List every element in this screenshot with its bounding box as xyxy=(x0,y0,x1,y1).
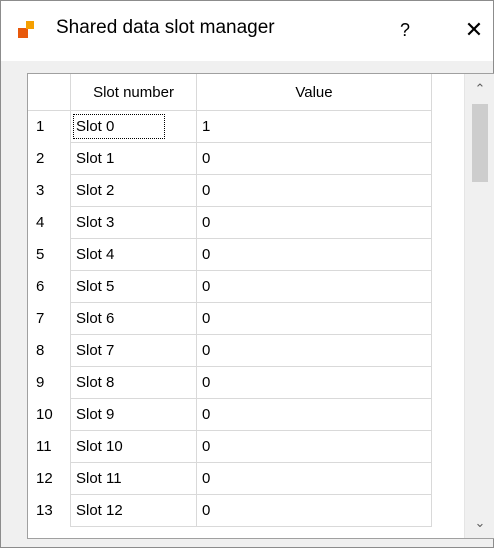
row-header[interactable]: 13 xyxy=(28,494,71,527)
slot-value-cell[interactable]: 0 xyxy=(196,142,432,175)
scroll-thumb[interactable] xyxy=(472,104,488,182)
slot-name-text: Slot 2 xyxy=(76,182,115,199)
row-header[interactable]: 1 xyxy=(28,110,71,143)
row-header[interactable]: 5 xyxy=(28,238,71,271)
row-header[interactable]: 9 xyxy=(28,366,71,399)
row-header[interactable]: 12 xyxy=(28,462,71,495)
slot-value-cell[interactable]: 0 xyxy=(196,302,432,335)
row-header[interactable]: 3 xyxy=(28,174,71,207)
slot-name-cell[interactable]: Slot 10 xyxy=(70,430,197,463)
table-row[interactable]: 4 Slot 3 0 xyxy=(28,206,482,239)
dialog-window: Shared data slot manager ? ✕ Slot number… xyxy=(0,0,494,548)
vertical-scrollbar[interactable]: ⌃ ⌄ xyxy=(464,74,494,538)
slot-value-cell[interactable]: 0 xyxy=(196,270,432,303)
slot-value-cell[interactable]: 0 xyxy=(196,174,432,207)
table-row[interactable]: 11 Slot 10 0 xyxy=(28,430,482,463)
slot-name-cell[interactable]: Slot 2 xyxy=(70,174,197,207)
row-header[interactable]: 10 xyxy=(28,398,71,431)
slot-number-header[interactable]: Slot number xyxy=(70,74,197,111)
slot-name-cell[interactable]: Slot 7 xyxy=(70,334,197,367)
title-bar[interactable]: Shared data slot manager ? ✕ xyxy=(1,1,493,61)
table-row[interactable]: 8 Slot 7 0 xyxy=(28,334,482,367)
row-header[interactable]: 7 xyxy=(28,302,71,335)
slot-name-text: Slot 5 xyxy=(76,278,115,295)
corner-header[interactable] xyxy=(28,74,71,111)
slot-value-cell[interactable]: 0 xyxy=(196,398,432,431)
window-title: Shared data slot manager xyxy=(56,17,275,38)
app-icon xyxy=(18,21,36,39)
scroll-up-arrow-icon[interactable]: ⌃ xyxy=(465,74,494,104)
table-row[interactable]: 3 Slot 2 0 xyxy=(28,174,482,207)
slot-value-cell[interactable]: 0 xyxy=(196,238,432,271)
slot-name-cell[interactable]: Slot 8 xyxy=(70,366,197,399)
table-row[interactable]: 2 Slot 1 0 xyxy=(28,142,482,175)
slot-name-cell[interactable]: Slot 5 xyxy=(70,270,197,303)
slot-value-cell[interactable]: 0 xyxy=(196,334,432,367)
row-header[interactable]: 8 xyxy=(28,334,71,367)
value-header[interactable]: Value xyxy=(196,74,432,111)
slot-name-cell[interactable]: Slot 12 xyxy=(70,494,197,527)
slot-name-text: Slot 9 xyxy=(76,406,115,423)
slot-value-cell[interactable]: 0 xyxy=(196,366,432,399)
slot-name-text: Slot 6 xyxy=(76,310,115,327)
slot-name-text: Slot 0 xyxy=(72,114,166,139)
slot-table: Slot number Value 1 Slot 0 1 2 Slot 1 0 3 Slot … xyxy=(27,73,494,539)
slot-name-text: Slot 4 xyxy=(76,246,115,263)
row-header[interactable]: 4 xyxy=(28,206,71,239)
scroll-down-arrow-icon[interactable]: ⌄ xyxy=(465,508,494,538)
slot-value-cell[interactable]: 0 xyxy=(196,206,432,239)
slot-name-cell[interactable]: Slot 6 xyxy=(70,302,197,335)
slot-name-cell[interactable]: Slot 11 xyxy=(70,462,197,495)
table-row[interactable]: 7 Slot 6 0 xyxy=(28,302,482,335)
slot-name-text: Slot 7 xyxy=(76,342,115,359)
slot-name-cell[interactable]: Slot 4 xyxy=(70,238,197,271)
table-row[interactable]: 6 Slot 5 0 xyxy=(28,270,482,303)
slot-value-cell[interactable]: 0 xyxy=(196,462,432,495)
table-row[interactable]: 10 Slot 9 0 xyxy=(28,398,482,431)
table-row[interactable]: 1 Slot 01 xyxy=(28,110,482,143)
slot-value-cell[interactable]: 1 xyxy=(196,110,432,143)
row-header[interactable]: 6 xyxy=(28,270,71,303)
slot-name-text: Slot 12 xyxy=(76,502,123,519)
table-row[interactable]: 5 Slot 4 0 xyxy=(28,238,482,271)
slot-value-cell[interactable]: 0 xyxy=(196,494,432,527)
slot-name-text: Slot 10 xyxy=(76,438,123,455)
table-row[interactable]: 12 Slot 11 0 xyxy=(28,462,482,495)
close-button[interactable]: ✕ xyxy=(459,15,489,45)
help-button[interactable]: ? xyxy=(391,15,419,45)
slot-value-cell[interactable]: 0 xyxy=(196,430,432,463)
slot-name-cell[interactable]: Slot 9 xyxy=(70,398,197,431)
slot-name-cell[interactable]: Slot 3 xyxy=(70,206,197,239)
slot-name-text: Slot 8 xyxy=(76,374,115,391)
table-row[interactable]: 9 Slot 8 0 xyxy=(28,366,482,399)
row-header[interactable]: 11 xyxy=(28,430,71,463)
slot-name-cell[interactable]: Slot 1 xyxy=(70,142,197,175)
slot-name-text: Slot 1 xyxy=(76,150,115,167)
slot-name-cell[interactable]: Slot 0 xyxy=(70,110,197,143)
slot-name-text: Slot 3 xyxy=(76,214,115,231)
row-header[interactable]: 2 xyxy=(28,142,71,175)
table-header-row: Slot number Value xyxy=(28,74,482,111)
table-row[interactable]: 13 Slot 12 0 xyxy=(28,494,482,527)
slot-name-text: Slot 11 xyxy=(76,470,122,487)
